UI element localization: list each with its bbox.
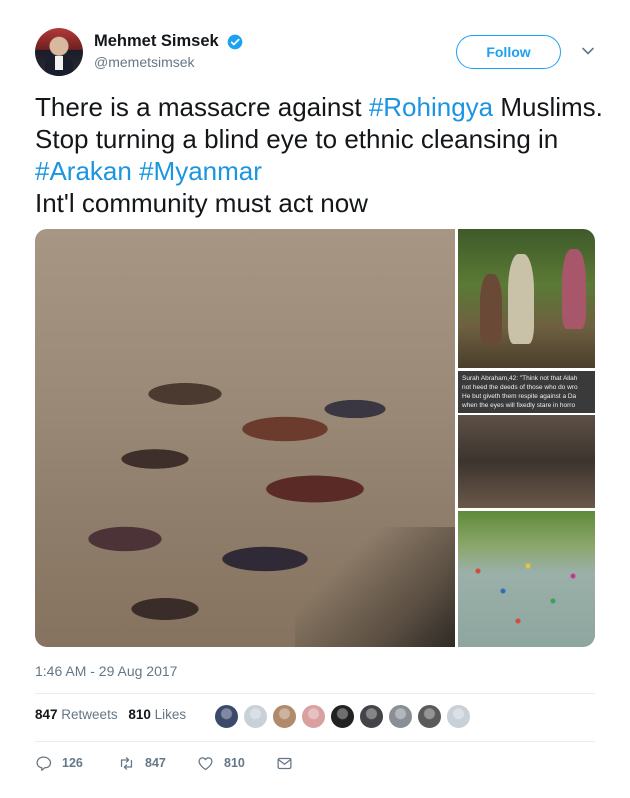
tweet-text-segment [132, 156, 139, 186]
retweets-label: Retweets [61, 707, 118, 722]
follow-button[interactable]: Follow [456, 35, 561, 69]
media-photo-caption[interactable]: Surah Abraham,42: "Think not that Allah … [458, 371, 595, 413]
reply-button[interactable]: 126 [35, 752, 83, 774]
liker-avatar[interactable] [417, 704, 442, 729]
liker-avatar[interactable] [330, 704, 355, 729]
heart-icon [198, 756, 213, 770]
caption-line: when the eyes will fixedly stare in horr… [462, 402, 576, 409]
like-button[interactable]: 810 [197, 752, 245, 774]
envelope-icon [277, 757, 292, 769]
tweet-timestamp[interactable]: 1:46 AM - 29 Aug 2017 [35, 663, 177, 679]
retweet-count: 847 [145, 756, 166, 770]
retweets-count: 847 [35, 707, 58, 722]
tweet-text-segment: There is a massacre against [35, 92, 369, 122]
chevron-down-icon[interactable] [581, 44, 595, 58]
likes-count: 810 [128, 707, 151, 722]
hashtag-link[interactable]: #Rohingya [369, 92, 493, 122]
media-photo-middle-right[interactable] [458, 415, 595, 508]
reply-icon [36, 755, 52, 771]
hashtag-link[interactable]: #Arakan [35, 156, 132, 186]
liker-avatar[interactable] [359, 704, 384, 729]
media-photo-top-right[interactable] [458, 229, 595, 368]
likes-stat[interactable]: 810 Likes [128, 707, 186, 722]
photo-figure [508, 254, 534, 344]
avatar[interactable] [35, 28, 83, 76]
photo-figure [562, 249, 586, 329]
display-name[interactable]: Mehmet Simsek [94, 32, 219, 51]
liker-avatar[interactable] [214, 704, 239, 729]
caption-line: He but giveth them respite against a Da [462, 393, 577, 400]
liker-avatar[interactable] [243, 704, 268, 729]
divider [35, 741, 595, 742]
media-photo-shade [295, 527, 455, 647]
media-photo-main[interactable] [35, 229, 455, 647]
reply-count: 126 [62, 756, 83, 770]
retweet-icon [120, 756, 133, 770]
verified-badge-icon [227, 34, 243, 49]
hashtag-link[interactable]: #Myanmar [139, 156, 262, 186]
avatar-shirt [55, 56, 63, 70]
caption-line: Surah Abraham,42: "Think not that Allah [462, 375, 578, 382]
divider [35, 693, 595, 694]
engagement-stats: 847 Retweets 810 Likes [35, 707, 193, 727]
like-count: 810 [224, 756, 245, 770]
likes-label: Likes [154, 707, 187, 722]
retweets-stat[interactable]: 847 Retweets [35, 707, 118, 722]
media-grid[interactable]: Surah Abraham,42: "Think not that Allah … [35, 229, 595, 647]
tweet-header: Mehmet Simsek @memetsimsek Follow [35, 28, 605, 78]
liker-avatar[interactable] [301, 704, 326, 729]
tweet-text: There is a massacre against #Rohingya Mu… [35, 91, 605, 219]
liker-avatars [214, 704, 475, 730]
direct-message-button[interactable] [276, 752, 303, 774]
author-info[interactable]: Mehmet Simsek @memetsimsek [94, 32, 243, 70]
caption-line: not heed the deeds of those who do wro [462, 384, 578, 391]
liker-avatar[interactable] [446, 704, 471, 729]
liker-avatar[interactable] [388, 704, 413, 729]
user-handle[interactable]: @memetsimsek [94, 54, 243, 70]
liker-avatar[interactable] [272, 704, 297, 729]
photo-figure [480, 274, 502, 344]
retweet-button[interactable]: 847 [118, 752, 166, 774]
media-photo-bottom-right[interactable] [458, 511, 595, 647]
tweet-text-segment: Int'l community must act now [35, 188, 368, 218]
